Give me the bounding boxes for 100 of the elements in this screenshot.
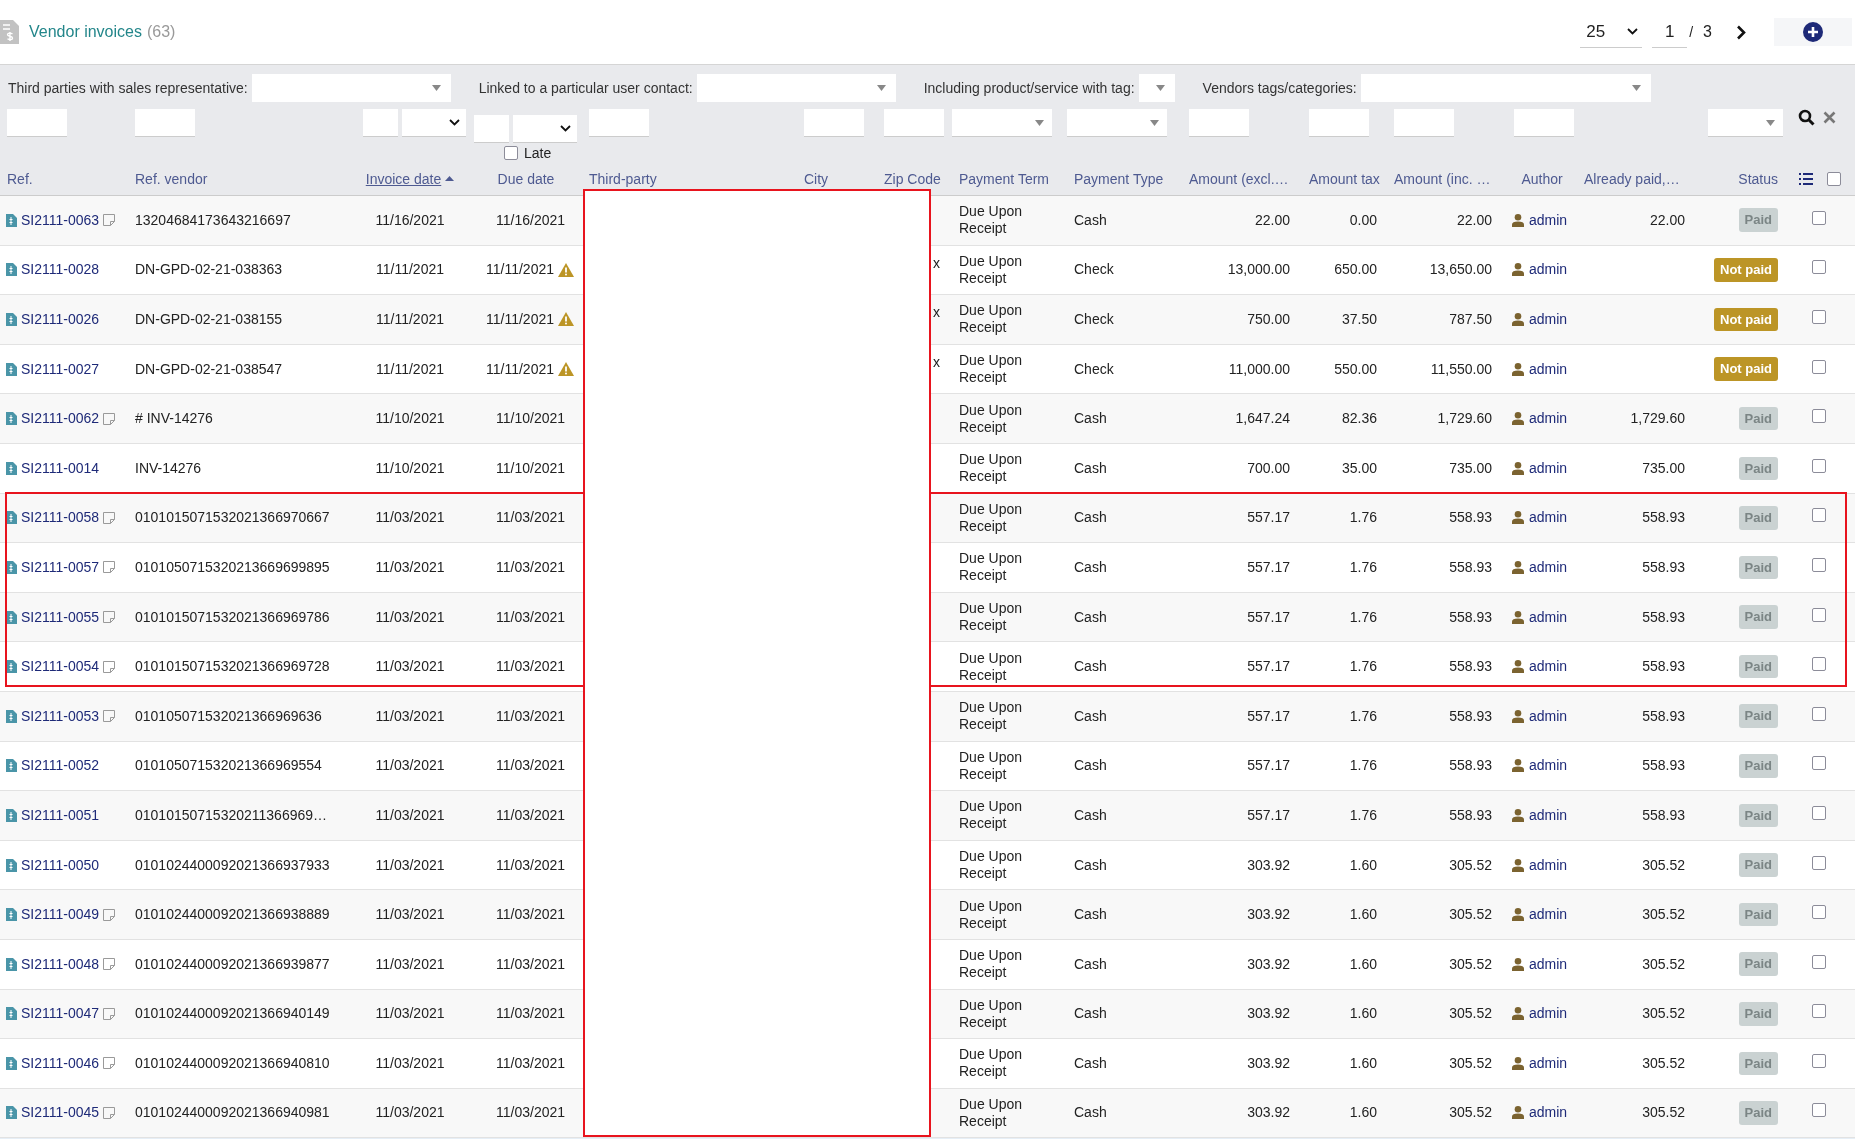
row-checkbox[interactable] — [1811, 905, 1826, 920]
row-checkbox[interactable] — [1811, 855, 1826, 870]
filter-select[interactable] — [1708, 109, 1783, 137]
note-icon[interactable] — [103, 511, 116, 524]
filter-input[interactable] — [1189, 109, 1249, 137]
column-header[interactable]: Amount (excl.… — [1189, 170, 1289, 187]
search-icon[interactable] — [1798, 109, 1815, 126]
invoice-ref-link[interactable]: SI2111-0026 — [21, 309, 100, 330]
filter-input[interactable] — [589, 109, 649, 137]
day-input[interactable] — [474, 115, 509, 143]
row-checkbox[interactable] — [1811, 359, 1826, 374]
column-header[interactable]: Zip Code — [884, 170, 941, 187]
author-link[interactable]: admin — [1529, 408, 1568, 430]
column-header[interactable]: Already paid,… — [1584, 170, 1680, 187]
author-link[interactable]: admin — [1529, 656, 1568, 678]
filter-select[interactable] — [952, 109, 1052, 137]
author-link[interactable]: admin — [1529, 854, 1568, 876]
author-link[interactable]: admin — [1529, 358, 1568, 380]
column-header[interactable]: Ref. — [7, 170, 33, 187]
author-link[interactable]: admin — [1529, 904, 1568, 926]
page-input[interactable]: 1 — [1652, 16, 1688, 48]
note-icon[interactable] — [103, 908, 116, 921]
author-link[interactable]: admin — [1529, 556, 1568, 578]
invoice-ref-link[interactable]: SI2111-0057 — [21, 556, 100, 578]
invoice-ref-link[interactable]: SI2111-0047 — [21, 1003, 100, 1025]
note-icon[interactable] — [103, 561, 116, 574]
column-header[interactable]: City — [804, 170, 829, 187]
column-header[interactable]: Amount tax — [1309, 170, 1380, 187]
author-link[interactable]: admin — [1529, 755, 1568, 777]
filter-select[interactable] — [1067, 109, 1167, 137]
author-link[interactable]: admin — [1529, 606, 1568, 628]
page-size-select[interactable]: 25 — [1580, 16, 1643, 48]
next-page-icon[interactable] — [1736, 24, 1746, 40]
row-checkbox[interactable] — [1811, 508, 1826, 523]
filter-input[interactable] — [1309, 109, 1369, 137]
select-all-checkbox[interactable] — [1827, 171, 1841, 186]
note-icon[interactable] — [103, 214, 116, 227]
row-checkbox[interactable] — [1811, 1053, 1826, 1068]
author-link[interactable]: admin — [1529, 507, 1568, 529]
author-link[interactable]: admin — [1529, 1052, 1568, 1074]
column-header[interactable]: Status — [1738, 170, 1778, 187]
author-link[interactable]: admin — [1529, 953, 1568, 975]
column-header[interactable]: Payment Type — [1074, 170, 1164, 187]
note-icon[interactable] — [103, 611, 116, 624]
invoice-ref-link[interactable]: SI2111-0051 — [21, 804, 100, 826]
author-link[interactable]: admin — [1529, 209, 1568, 231]
invoice-ref-link[interactable]: SI2111-0046 — [21, 1052, 100, 1074]
invoice-ref-link[interactable]: SI2111-0027 — [21, 358, 100, 380]
invoice-ref-link[interactable]: SI2111-0058 — [21, 507, 100, 529]
row-checkbox[interactable] — [1811, 805, 1826, 820]
note-icon[interactable] — [103, 1007, 116, 1020]
filter-input[interactable] — [1394, 109, 1454, 137]
invoice-ref-link[interactable]: SI2111-0052 — [21, 755, 100, 777]
note-icon[interactable] — [103, 1107, 116, 1119]
filter-input[interactable] — [1514, 109, 1574, 137]
filter-select[interactable] — [1138, 74, 1175, 102]
invoice-ref-link[interactable]: SI2111-0028 — [21, 259, 100, 281]
author-link[interactable]: admin — [1529, 457, 1568, 479]
column-header[interactable]: Payment Term — [959, 170, 1049, 187]
note-icon[interactable] — [103, 958, 116, 971]
invoice-ref-link[interactable]: SI2111-0053 — [21, 705, 100, 727]
column-header[interactable]: Amount (inc. … — [1394, 170, 1491, 187]
filter-input[interactable] — [884, 109, 944, 137]
list-icon[interactable] — [1799, 172, 1813, 185]
column-header[interactable]: Ref. vendor — [135, 170, 208, 187]
row-checkbox[interactable] — [1811, 210, 1826, 225]
column-header[interactable]: Invoice date — [365, 170, 442, 187]
row-checkbox[interactable] — [1811, 706, 1826, 721]
invoice-ref-link[interactable]: SI2111-0063 — [21, 209, 100, 231]
author-link[interactable]: admin — [1529, 804, 1568, 826]
invoice-ref-link[interactable]: SI2111-0062 — [21, 408, 100, 430]
note-icon[interactable] — [103, 1057, 116, 1070]
invoice-ref-link[interactable]: SI2111-0049 — [21, 904, 100, 926]
invoice-ref-link[interactable]: SI2111-0048 — [21, 953, 100, 975]
close-icon[interactable] — [1823, 111, 1836, 124]
row-checkbox[interactable] — [1811, 1004, 1826, 1019]
row-checkbox[interactable] — [1811, 409, 1826, 424]
late-checkbox[interactable] — [504, 146, 518, 160]
row-checkbox[interactable] — [1811, 954, 1826, 969]
author-link[interactable]: admin — [1529, 1003, 1568, 1025]
author-link[interactable]: admin — [1529, 309, 1568, 330]
row-checkbox[interactable] — [1811, 310, 1826, 324]
invoice-ref-link[interactable]: SI2111-0014 — [21, 457, 100, 479]
month-select[interactable] — [402, 109, 466, 137]
add-button[interactable] — [1774, 18, 1852, 46]
invoice-ref-link[interactable]: SI2111-0050 — [21, 854, 100, 876]
note-icon[interactable] — [103, 710, 116, 723]
author-link[interactable]: admin — [1529, 1102, 1568, 1124]
note-icon[interactable] — [103, 660, 116, 673]
author-link[interactable]: admin — [1529, 259, 1568, 281]
day-input[interactable] — [363, 109, 398, 137]
invoice-ref-link[interactable]: SI2111-0045 — [21, 1102, 100, 1124]
row-checkbox[interactable] — [1811, 756, 1826, 771]
column-header[interactable]: Third-party — [589, 170, 657, 187]
month-select[interactable] — [513, 115, 577, 143]
row-checkbox[interactable] — [1811, 1103, 1826, 1118]
row-checkbox[interactable] — [1811, 657, 1826, 672]
note-icon[interactable] — [103, 412, 116, 425]
column-header[interactable]: Author — [1521, 170, 1563, 187]
author-link[interactable]: admin — [1529, 705, 1568, 727]
